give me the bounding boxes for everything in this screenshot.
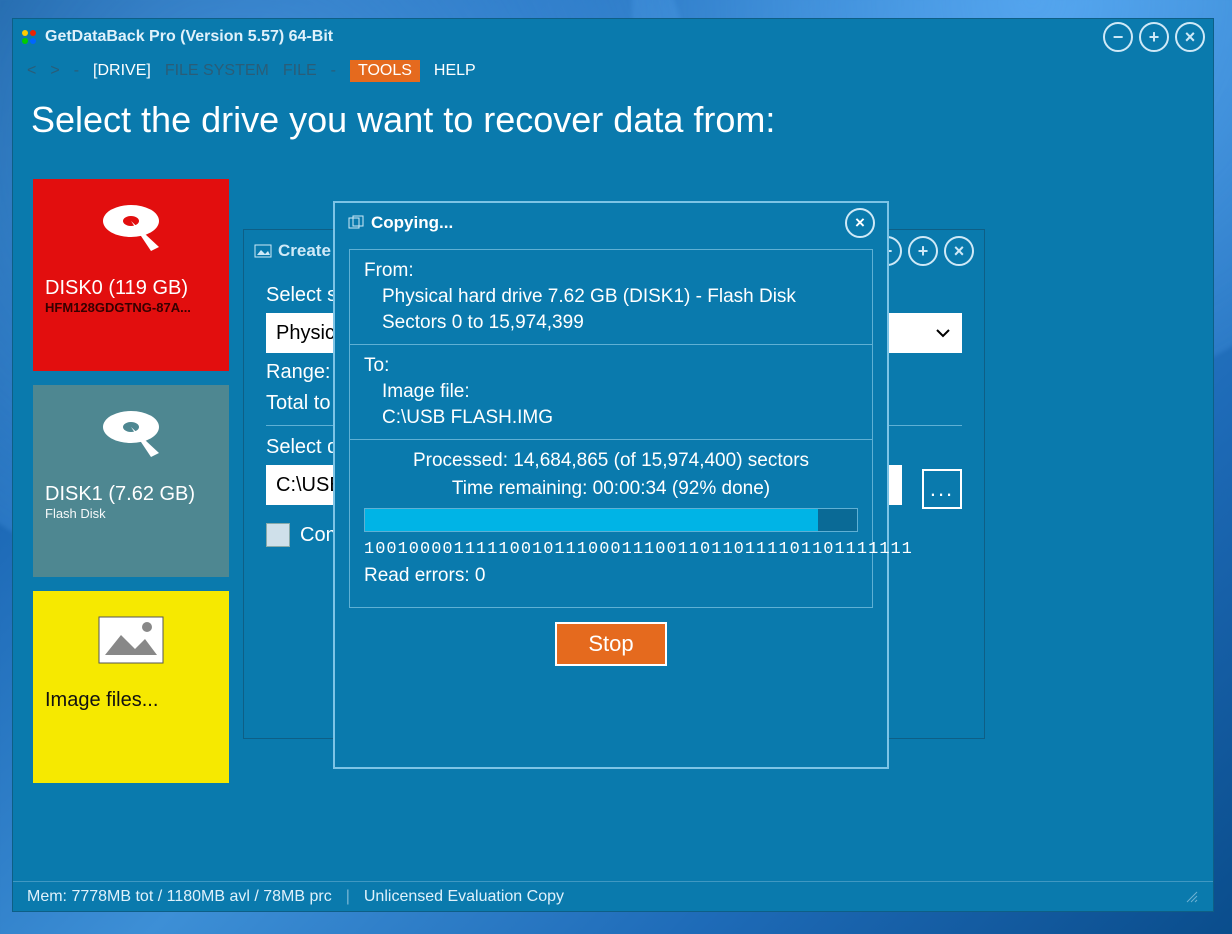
copying-title: Copying... [371, 213, 453, 233]
main-window: GetDataBack Pro (Version 5.57) 64-Bit − … [12, 18, 1214, 912]
remaining-text: Time remaining: 00:00:34 (92% done) [364, 478, 858, 500]
progress-fill [365, 509, 818, 531]
browse-button[interactable]: ... [922, 469, 962, 509]
tile-disk0[interactable]: DISK0 (119 GB) HFM128GDGTNG-87A... [33, 179, 229, 371]
bits-readout: 1001000011111001011100011100110110111101… [364, 540, 858, 559]
tile-label: DISK1 (7.62 GB) [45, 483, 217, 506]
tile-label: DISK0 (119 GB) [45, 277, 217, 300]
statusbar: Mem: 7778MB tot / 1180MB avl / 78MB prc … [13, 881, 1213, 911]
image-icon [254, 242, 272, 260]
dialog-close-button[interactable]: × [845, 208, 875, 238]
titlebar: GetDataBack Pro (Version 5.57) 64-Bit − … [13, 19, 1213, 55]
copying-dialog: Copying... × From: Physical hard drive 7… [333, 201, 889, 769]
tile-image-files[interactable]: Image files... [33, 591, 229, 783]
nav-forward[interactable]: > [50, 62, 59, 80]
menubar: < > - [DRIVE] FILE SYSTEM FILE - TOOLS H… [13, 55, 1213, 87]
to-label: To: [364, 355, 858, 377]
resize-grip-icon[interactable] [1185, 890, 1199, 904]
processed-text: Processed: 14,684,865 (of 15,974,400) se… [364, 450, 858, 472]
status-memory: Mem: 7778MB tot / 1180MB avl / 78MB prc [27, 888, 332, 906]
menu-help[interactable]: HELP [434, 62, 476, 80]
maximize-button[interactable]: + [1139, 22, 1169, 52]
sub-close-button[interactable]: × [944, 236, 974, 266]
hdd-icon [91, 405, 171, 465]
drive-tiles: DISK0 (119 GB) HFM128GDGTNG-87A... DISK1… [33, 179, 233, 783]
app-logo-icon [21, 29, 37, 45]
hdd-icon [91, 199, 171, 259]
read-errors: Read errors: 0 [364, 565, 858, 587]
page-title: Select the drive you want to recover dat… [13, 87, 1213, 159]
copying-panel: From: Physical hard drive 7.62 GB (DISK1… [349, 249, 873, 608]
tile-disk1[interactable]: DISK1 (7.62 GB) Flash Disk [33, 385, 229, 577]
window-title: GetDataBack Pro (Version 5.57) 64-Bit [45, 28, 1103, 46]
from-value-2: Sectors 0 to 15,974,399 [382, 312, 858, 334]
to-value-2: C:\USB FLASH.IMG [382, 407, 858, 429]
from-label: From: [364, 260, 858, 282]
close-button[interactable]: × [1175, 22, 1205, 52]
from-value-1: Physical hard drive 7.62 GB (DISK1) - Fl… [382, 286, 858, 308]
menu-filesystem[interactable]: FILE SYSTEM [165, 62, 269, 80]
menu-sep: - [331, 62, 336, 80]
stop-button[interactable]: Stop [555, 622, 667, 666]
tile-sublabel: Flash Disk [45, 506, 217, 521]
nav-back[interactable]: < [27, 62, 36, 80]
copy-icon [347, 214, 365, 232]
checkbox-box [266, 523, 290, 547]
image-file-icon [91, 611, 171, 671]
tile-label: Image files... [45, 689, 217, 712]
create-title: Create [278, 241, 331, 261]
menu-tools[interactable]: TOOLS [350, 60, 420, 82]
chevron-down-icon [934, 324, 952, 342]
nav-sep: - [74, 62, 79, 80]
sub-maximize-button[interactable]: + [908, 236, 938, 266]
progress-bar [364, 508, 858, 532]
minimize-button[interactable]: − [1103, 22, 1133, 52]
tile-sublabel: HFM128GDGTNG-87A... [45, 300, 217, 315]
to-value-1: Image file: [382, 381, 858, 403]
menu-file[interactable]: FILE [283, 62, 317, 80]
status-license: Unlicensed Evaluation Copy [364, 888, 564, 906]
breadcrumb-drive[interactable]: [DRIVE] [93, 62, 151, 80]
